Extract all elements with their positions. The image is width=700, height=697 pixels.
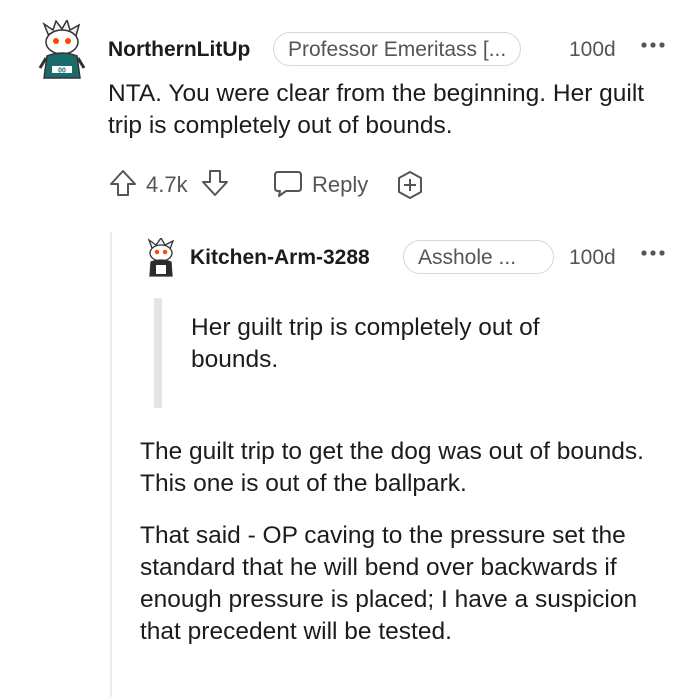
award-icon[interactable]	[394, 169, 426, 201]
reply-comment: Kitchen-Arm-3288 Asshole ... 100d Her gu…	[120, 230, 700, 697]
blockquote-bar	[154, 298, 162, 408]
reply-label: Reply	[312, 172, 369, 197]
upvote-icon[interactable]	[108, 168, 138, 198]
blockquote-text: Her guilt trip is completely out of boun…	[191, 314, 540, 373]
thread-line[interactable]	[110, 232, 112, 697]
avatar[interactable]	[142, 238, 180, 278]
comment-age: 100d	[569, 38, 616, 61]
more-options-icon[interactable]	[640, 248, 666, 258]
username[interactable]: Kitchen-Arm-3288	[190, 246, 370, 270]
comment: 00 NorthernLitUp Professor Emeritass [..…	[0, 0, 700, 230]
svg-text:00: 00	[58, 68, 66, 75]
user-flair: Asshole ...	[403, 240, 554, 274]
downvote-icon[interactable]	[200, 168, 230, 198]
reply-icon	[272, 169, 304, 199]
username[interactable]: NorthernLitUp	[108, 38, 250, 62]
reply-button[interactable]: Reply	[272, 166, 370, 202]
comment-age: 100d	[569, 246, 616, 269]
comment-body: NTA. You were clear from the beginning. …	[108, 80, 645, 139]
more-options-icon[interactable]	[640, 40, 666, 50]
comment-paragraph: The guilt trip to get the dog was out of…	[140, 438, 644, 497]
user-flair: Professor Emeritass [...	[273, 32, 522, 66]
comment-paragraph: That said - OP caving to the pressure se…	[140, 522, 638, 645]
vote-score: 4.7k	[146, 172, 188, 197]
avatar[interactable]: 00	[36, 20, 88, 80]
